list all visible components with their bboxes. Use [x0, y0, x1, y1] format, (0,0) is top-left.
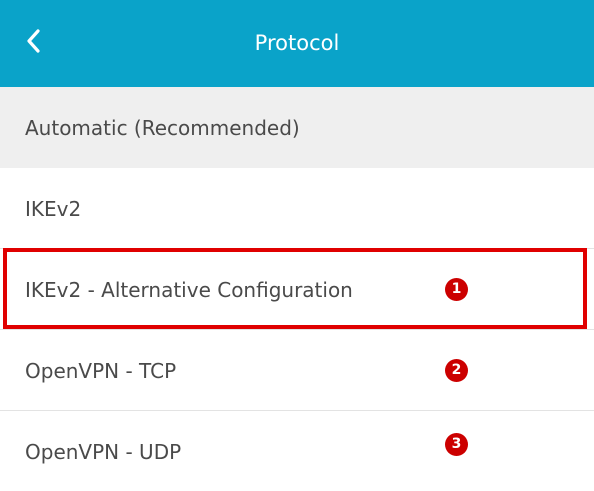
protocol-option-label: OpenVPN - UDP — [25, 440, 182, 464]
protocol-list: Automatic (Recommended) IKEv2 IKEv2 - Al… — [0, 87, 594, 491]
protocol-option-label: Automatic (Recommended) — [25, 116, 300, 140]
protocol-option-label: IKEv2 — [25, 197, 82, 221]
annotation-marker-2: 2 — [445, 359, 468, 382]
back-button[interactable] — [14, 21, 54, 61]
annotation-marker-1: 1 — [445, 278, 468, 301]
protocol-option-openvpn-tcp[interactable]: OpenVPN - TCP 2 — [0, 330, 594, 411]
annotation-marker-3: 3 — [445, 433, 468, 456]
protocol-screen: Protocol Automatic (Recommended) IKEv2 I… — [0, 0, 594, 491]
protocol-option-openvpn-udp[interactable]: OpenVPN - UDP 3 — [0, 411, 594, 491]
header-bar: Protocol — [0, 0, 594, 87]
protocol-option-ikev2-alternative[interactable]: IKEv2 - Alternative Configuration 1 — [0, 249, 594, 330]
protocol-option-label: OpenVPN - TCP — [25, 359, 177, 383]
page-title: Protocol — [254, 31, 340, 55]
chevron-left-icon — [27, 29, 40, 53]
protocol-option-ikev2[interactable]: IKEv2 — [0, 168, 594, 249]
protocol-option-label: IKEv2 - Alternative Configuration — [25, 278, 353, 302]
protocol-option-automatic[interactable]: Automatic (Recommended) — [0, 87, 594, 168]
